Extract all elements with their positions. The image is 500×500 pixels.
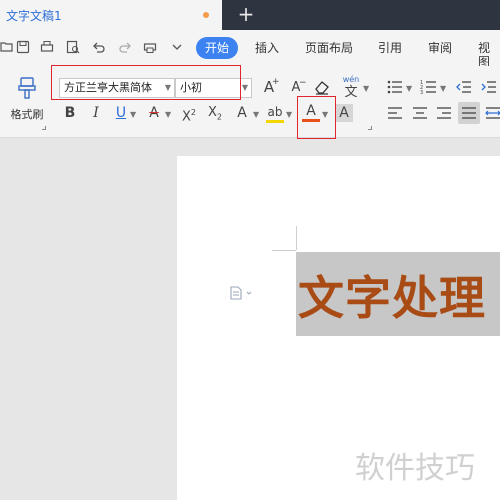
chevron-down-icon[interactable]: ▼ bbox=[130, 110, 136, 119]
print-icon-2[interactable] bbox=[143, 40, 157, 54]
undo-icon[interactable] bbox=[92, 40, 106, 54]
character-shading-button[interactable]: A bbox=[335, 104, 353, 122]
subscript-base: X bbox=[208, 105, 217, 120]
highlight-button[interactable]: ab bbox=[266, 103, 284, 123]
font-color-highlight bbox=[297, 96, 336, 139]
decrease-indent-icon bbox=[456, 81, 471, 93]
print-preview-icon[interactable] bbox=[66, 40, 80, 54]
font-shrink-button[interactable]: A − bbox=[287, 78, 307, 97]
format-painter-icon bbox=[18, 77, 36, 99]
bold-button[interactable]: B bbox=[61, 104, 79, 122]
numbered-list-button[interactable]: 123 bbox=[420, 78, 438, 96]
underline-button[interactable]: U bbox=[112, 104, 130, 122]
eraser-icon bbox=[315, 81, 329, 95]
format-painter-button[interactable]: 格式刷 bbox=[6, 76, 48, 122]
font-dialog-launcher[interactable] bbox=[368, 126, 372, 130]
increase-indent-icon bbox=[481, 81, 496, 93]
superscript-base: X bbox=[182, 109, 191, 125]
strikethrough-button[interactable]: A bbox=[145, 104, 163, 122]
subscript-button[interactable]: X2 bbox=[206, 104, 224, 122]
justify-icon bbox=[462, 107, 476, 119]
chevron-down-icon[interactable]: ▼ bbox=[286, 110, 292, 119]
clipboard-dialog-launcher[interactable] bbox=[42, 126, 46, 130]
clear-format-button[interactable] bbox=[313, 78, 331, 96]
document-text[interactable]: 文字处理 bbox=[298, 262, 486, 328]
svg-text:3: 3 bbox=[420, 90, 423, 96]
chevron-down-icon[interactable]: ▼ bbox=[406, 84, 412, 93]
chevron-down-icon[interactable]: ▼ bbox=[253, 110, 259, 119]
print-icon[interactable] bbox=[40, 40, 54, 54]
format-painter-label: 格式刷 bbox=[10, 108, 44, 121]
margin-corner-mark bbox=[272, 250, 296, 251]
align-center-icon bbox=[413, 107, 427, 119]
font-settings-highlight bbox=[51, 65, 241, 100]
align-left-icon bbox=[388, 107, 402, 119]
distributed-align-button[interactable] bbox=[484, 104, 500, 122]
bullet-list-icon bbox=[387, 80, 402, 94]
chevron-down-icon[interactable]: ▼ bbox=[440, 84, 446, 93]
italic-button[interactable]: I bbox=[87, 104, 105, 122]
tab-view[interactable]: 视图 bbox=[478, 41, 500, 69]
chevron-down-icon[interactable]: ▼ bbox=[363, 84, 369, 93]
tab-strip: 文字文稿1 + bbox=[0, 0, 500, 30]
new-tab-button[interactable]: + bbox=[236, 3, 256, 25]
phonetic-top-label: wén bbox=[342, 75, 360, 84]
phonetic-guide-button[interactable]: wén 文 bbox=[340, 75, 362, 101]
redo-icon[interactable] bbox=[118, 40, 132, 54]
open-folder-icon[interactable] bbox=[0, 40, 14, 54]
superscript-button[interactable]: X2 bbox=[180, 104, 198, 125]
document-tab-title: 文字文稿1 bbox=[6, 9, 62, 23]
align-right-icon bbox=[437, 107, 451, 119]
tab-home[interactable]: 开始 bbox=[196, 37, 239, 59]
chevron-down-icon[interactable]: ▼ bbox=[165, 110, 171, 119]
caret-down-icon: − bbox=[299, 78, 307, 88]
align-left-button[interactable] bbox=[386, 104, 404, 122]
subscript-mark: 2 bbox=[216, 112, 222, 122]
phonetic-bottom-label: 文 bbox=[344, 85, 358, 100]
watermark: 软件技巧 bbox=[355, 451, 475, 486]
unsaved-indicator bbox=[203, 12, 209, 18]
more-icon[interactable] bbox=[170, 40, 184, 54]
tab-page-layout[interactable]: 页面布局 bbox=[305, 41, 353, 55]
tab-references[interactable]: 引用 bbox=[378, 41, 402, 55]
align-right-button[interactable] bbox=[435, 104, 453, 122]
superscript-mark: 2 bbox=[190, 108, 196, 117]
justify-button[interactable] bbox=[458, 102, 480, 124]
save-icon[interactable] bbox=[16, 40, 30, 54]
numbered-list-icon: 123 bbox=[420, 80, 436, 96]
document-tab[interactable]: 文字文稿1 bbox=[0, 0, 222, 30]
decrease-indent-button[interactable] bbox=[455, 78, 473, 96]
caret-up-icon: + bbox=[272, 77, 280, 87]
align-center-button[interactable] bbox=[411, 104, 429, 122]
tab-review[interactable]: 审阅 bbox=[428, 41, 452, 55]
font-grow-button[interactable]: A + bbox=[260, 77, 280, 96]
chevron-down-icon: ▼ bbox=[241, 83, 248, 92]
tab-insert[interactable]: 插入 bbox=[255, 41, 279, 55]
increase-indent-button[interactable] bbox=[480, 78, 498, 96]
distributed-align-icon bbox=[485, 107, 500, 119]
text-effect-button[interactable]: A bbox=[233, 104, 251, 122]
bullet-list-button[interactable] bbox=[386, 78, 404, 96]
margin-corner-mark bbox=[296, 226, 297, 250]
paragraph-menu-icon[interactable] bbox=[229, 285, 253, 304]
